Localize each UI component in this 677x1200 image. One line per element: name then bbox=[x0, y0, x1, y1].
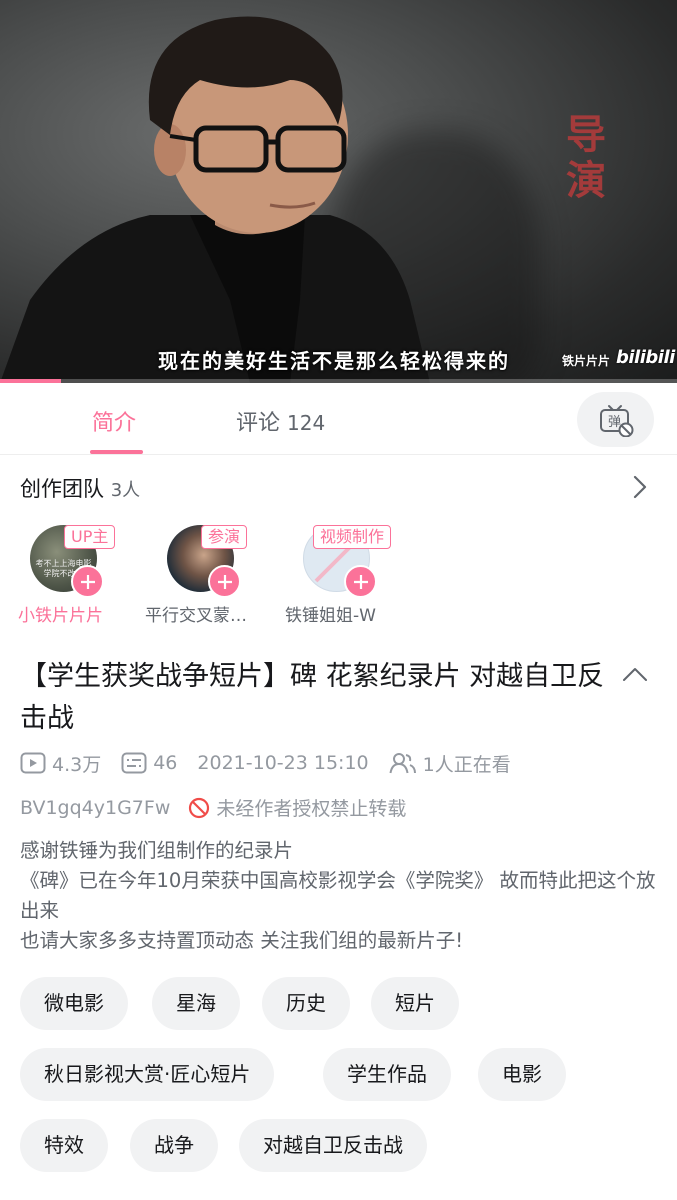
video-stats: 4.3万 46 2021-10-23 15:10 1人正在看 bbox=[20, 748, 531, 778]
forbidden-icon bbox=[189, 797, 210, 818]
tag[interactable]: 秋日影视大赏·匠心短片 bbox=[20, 1048, 275, 1101]
danmaku-count-icon bbox=[121, 752, 147, 774]
follow-plus-button[interactable] bbox=[208, 565, 241, 598]
video-description: 感谢铁锤为我们组制作的纪录片 《碑》已在今年10月荣获中国高校影视学会《学院奖》… bbox=[20, 836, 665, 956]
tag[interactable]: 学生作品 bbox=[323, 1048, 451, 1101]
tag[interactable]: 电影 bbox=[478, 1048, 566, 1101]
danmaku-count: 46 bbox=[121, 752, 177, 774]
tag[interactable]: 对越自卫反击战 bbox=[239, 1119, 427, 1172]
member-name[interactable]: 小铁片片片 bbox=[18, 601, 103, 626]
tab-intro[interactable]: 简介 bbox=[92, 405, 136, 437]
watching-now-value: 1人正在看 bbox=[422, 753, 511, 776]
view-count-value: 4.3万 bbox=[52, 753, 102, 776]
member-name[interactable]: 铁锤姐姐-W bbox=[285, 601, 376, 626]
viewers-icon bbox=[389, 753, 416, 774]
role-badge: 视频制作 bbox=[313, 525, 392, 549]
danmaku-toggle-button[interactable]: 弹 bbox=[577, 392, 654, 447]
repost-notice-text: 未经作者授权禁止转载 bbox=[216, 798, 407, 820]
video-subtitle: 现在的美好生活不是那么轻松得来的 bbox=[158, 349, 510, 373]
tag[interactable]: 特效 bbox=[20, 1119, 108, 1172]
plus-icon bbox=[80, 574, 95, 589]
member-name[interactable]: 平行交叉蒙… bbox=[145, 601, 247, 626]
creator-team-header: 创作团队 3人 bbox=[20, 473, 140, 503]
tab-comments-count: 124 bbox=[287, 411, 326, 435]
bilibili-logo: bilibili bbox=[616, 347, 675, 368]
danmaku-off-icon: 弹 bbox=[599, 404, 633, 437]
tag[interactable]: 短片 bbox=[371, 977, 459, 1030]
description-line: 感谢铁锤为我们组制作的纪录片 bbox=[20, 839, 294, 862]
tab-comments-label: 评论 bbox=[236, 411, 281, 436]
danmaku-count-value: 46 bbox=[153, 752, 178, 774]
bvid: BV1gq4y1G7Fw bbox=[20, 796, 171, 819]
view-count: 4.3万 bbox=[20, 750, 101, 777]
video-id-row: BV1gq4y1G7Fw 未经作者授权禁止转载 bbox=[20, 794, 406, 821]
tag[interactable]: 历史 bbox=[262, 977, 350, 1030]
creator-team-count: 3人 bbox=[110, 480, 141, 501]
repost-notice: 未经作者授权禁止转载 bbox=[188, 794, 406, 821]
tab-bar: 简介 评论 124 弹 bbox=[0, 383, 677, 455]
video-watermark: 铁片片片 bbox=[562, 354, 611, 368]
role-badge: UP主 bbox=[64, 525, 116, 549]
tag[interactable]: 微电影 bbox=[20, 977, 128, 1030]
plus-icon bbox=[353, 574, 368, 589]
video-side-caption: 导演 bbox=[566, 111, 606, 204]
chevron-up-icon[interactable] bbox=[622, 666, 648, 682]
video-title: 【学生获奖战争短片】碑 花絮纪录片 对越自卫反击战 bbox=[20, 661, 605, 734]
follow-plus-button[interactable] bbox=[71, 565, 104, 598]
tab-active-indicator bbox=[90, 450, 143, 454]
chevron-right-icon[interactable] bbox=[630, 475, 650, 499]
plus-icon bbox=[217, 574, 232, 589]
tag[interactable]: 战争 bbox=[130, 1119, 218, 1172]
tab-comments[interactable]: 评论 124 bbox=[236, 405, 325, 437]
video-player[interactable]: 导演 现在的美好生活不是那么轻松得来的 铁片片片 bilibili bbox=[0, 0, 677, 383]
role-badge: 参演 bbox=[201, 525, 248, 549]
tag[interactable]: 星海 bbox=[152, 977, 240, 1030]
creator-team-label: 创作团队 bbox=[20, 477, 104, 501]
watching-now: 1人正在看 bbox=[389, 750, 511, 777]
follow-plus-button[interactable] bbox=[344, 565, 377, 598]
description-line: 也请大家多多支持置顶动态 关注我们组的最新片子! bbox=[20, 929, 464, 952]
description-line: 《碑》已在今年10月荣获中国高校影视学会《学院奖》 故而特此把这个放出来 bbox=[20, 869, 656, 922]
publish-date: 2021-10-23 15:10 bbox=[197, 752, 369, 774]
play-count-icon bbox=[20, 752, 46, 774]
